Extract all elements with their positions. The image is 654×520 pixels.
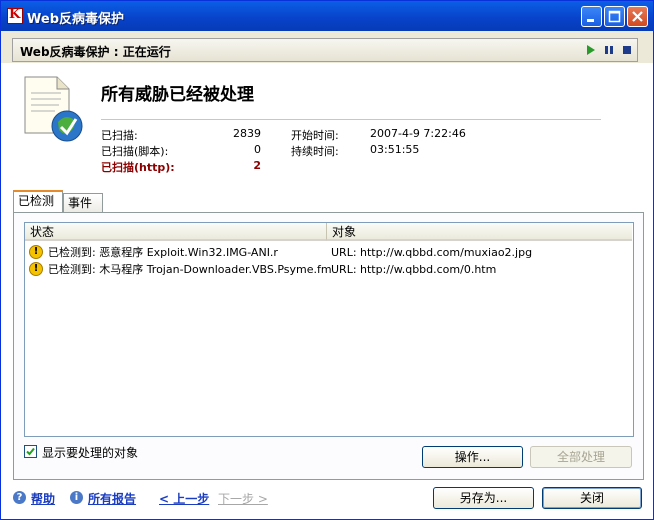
pause-icon[interactable] — [603, 44, 615, 56]
scanned-http-value: 2 — [253, 159, 261, 172]
prev-step-link[interactable]: < 上一步 — [159, 490, 209, 507]
close-window-button[interactable] — [627, 6, 648, 27]
divider — [101, 119, 601, 120]
row-status: 已检测到: 恶意程序 Exploit.Win32.IMG-ANI.r — [48, 246, 278, 259]
title-bar[interactable]: K Web反病毒保护 — [1, 1, 653, 31]
status-text: Web反病毒保护 : 正在运行 — [20, 45, 171, 59]
scanned-label: 已扫描: — [101, 129, 138, 142]
tab-panel: 状态 对象 ! 已检测到: 恶意程序 Exploit.Win32.IMG-ANI… — [13, 212, 644, 480]
row-status: 已检测到: 木马程序 Trojan-Downloader.VBS.Psyme.f… — [48, 263, 332, 276]
scanned-script-label: 已扫描(脚本): — [101, 145, 169, 158]
play-icon[interactable] — [585, 44, 597, 56]
start-time-value: 2007-4-9 7:22:46 — [370, 127, 466, 140]
column-header-status[interactable]: 状态 — [25, 223, 327, 241]
tab-detected[interactable]: 已检测 — [13, 190, 63, 212]
tab-events[interactable]: 事件 — [63, 193, 103, 212]
action-button[interactable]: 操作... — [422, 446, 523, 468]
window-title: Web反病毒保护 — [27, 12, 124, 27]
table-row[interactable]: ! 已检测到: 恶意程序 Exploit.Win32.IMG-ANI.r URL… — [25, 244, 633, 261]
duration-label: 持续时间: — [291, 145, 339, 158]
table-row[interactable]: ! 已检测到: 木马程序 Trojan-Downloader.VBS.Psyme… — [25, 261, 633, 278]
headline: 所有威胁已经被处理 — [101, 85, 254, 105]
main-window: K Web反病毒保护 Web反病毒保护 : 正在运行 所有威胁已经被处理 已扫描… — [0, 0, 654, 520]
stop-icon[interactable] — [621, 44, 633, 56]
status-panel: Web反病毒保护 : 正在运行 — [12, 38, 638, 62]
scanned-value: 2839 — [233, 127, 261, 140]
warning-icon: ! — [29, 245, 43, 259]
document-shield-icon — [24, 76, 83, 142]
duration-value: 03:51:55 — [370, 143, 420, 156]
start-time-label: 开始时间: — [291, 129, 339, 142]
scanned-script-value: 0 — [254, 143, 261, 156]
show-objects-label[interactable]: 显示要处理的对象 — [42, 444, 138, 461]
maximize-button[interactable] — [604, 6, 625, 27]
save-as-button[interactable]: 另存为... — [433, 487, 534, 509]
column-header-object[interactable]: 对象 — [327, 223, 632, 241]
all-reports-link[interactable]: 所有报告 — [88, 490, 136, 507]
row-object: URL: http://w.qbbd.com/0.htm — [331, 263, 497, 276]
row-object: URL: http://w.qbbd.com/muxiao2.jpg — [331, 246, 533, 259]
help-link[interactable]: 帮助 — [31, 490, 55, 507]
info-icon[interactable]: i — [70, 491, 83, 504]
warning-icon: ! — [29, 262, 43, 276]
detected-list[interactable]: 状态 对象 ! 已检测到: 恶意程序 Exploit.Win32.IMG-ANI… — [24, 222, 634, 437]
show-objects-checkbox[interactable] — [24, 445, 37, 458]
kaspersky-k-icon: K — [7, 7, 23, 24]
scanned-http-label: 已扫描(http): — [101, 161, 175, 174]
process-all-button[interactable]: 全部处理 — [530, 446, 632, 468]
close-button[interactable]: 关闭 — [542, 487, 642, 509]
content-area: 所有威胁已经被处理 已扫描: 2839 已扫描(脚本): 0 已扫描(http)… — [1, 63, 653, 519]
minimize-button[interactable] — [581, 6, 602, 27]
help-icon[interactable]: ? — [13, 491, 26, 504]
next-step-link: 下一步 > — [218, 492, 268, 506]
